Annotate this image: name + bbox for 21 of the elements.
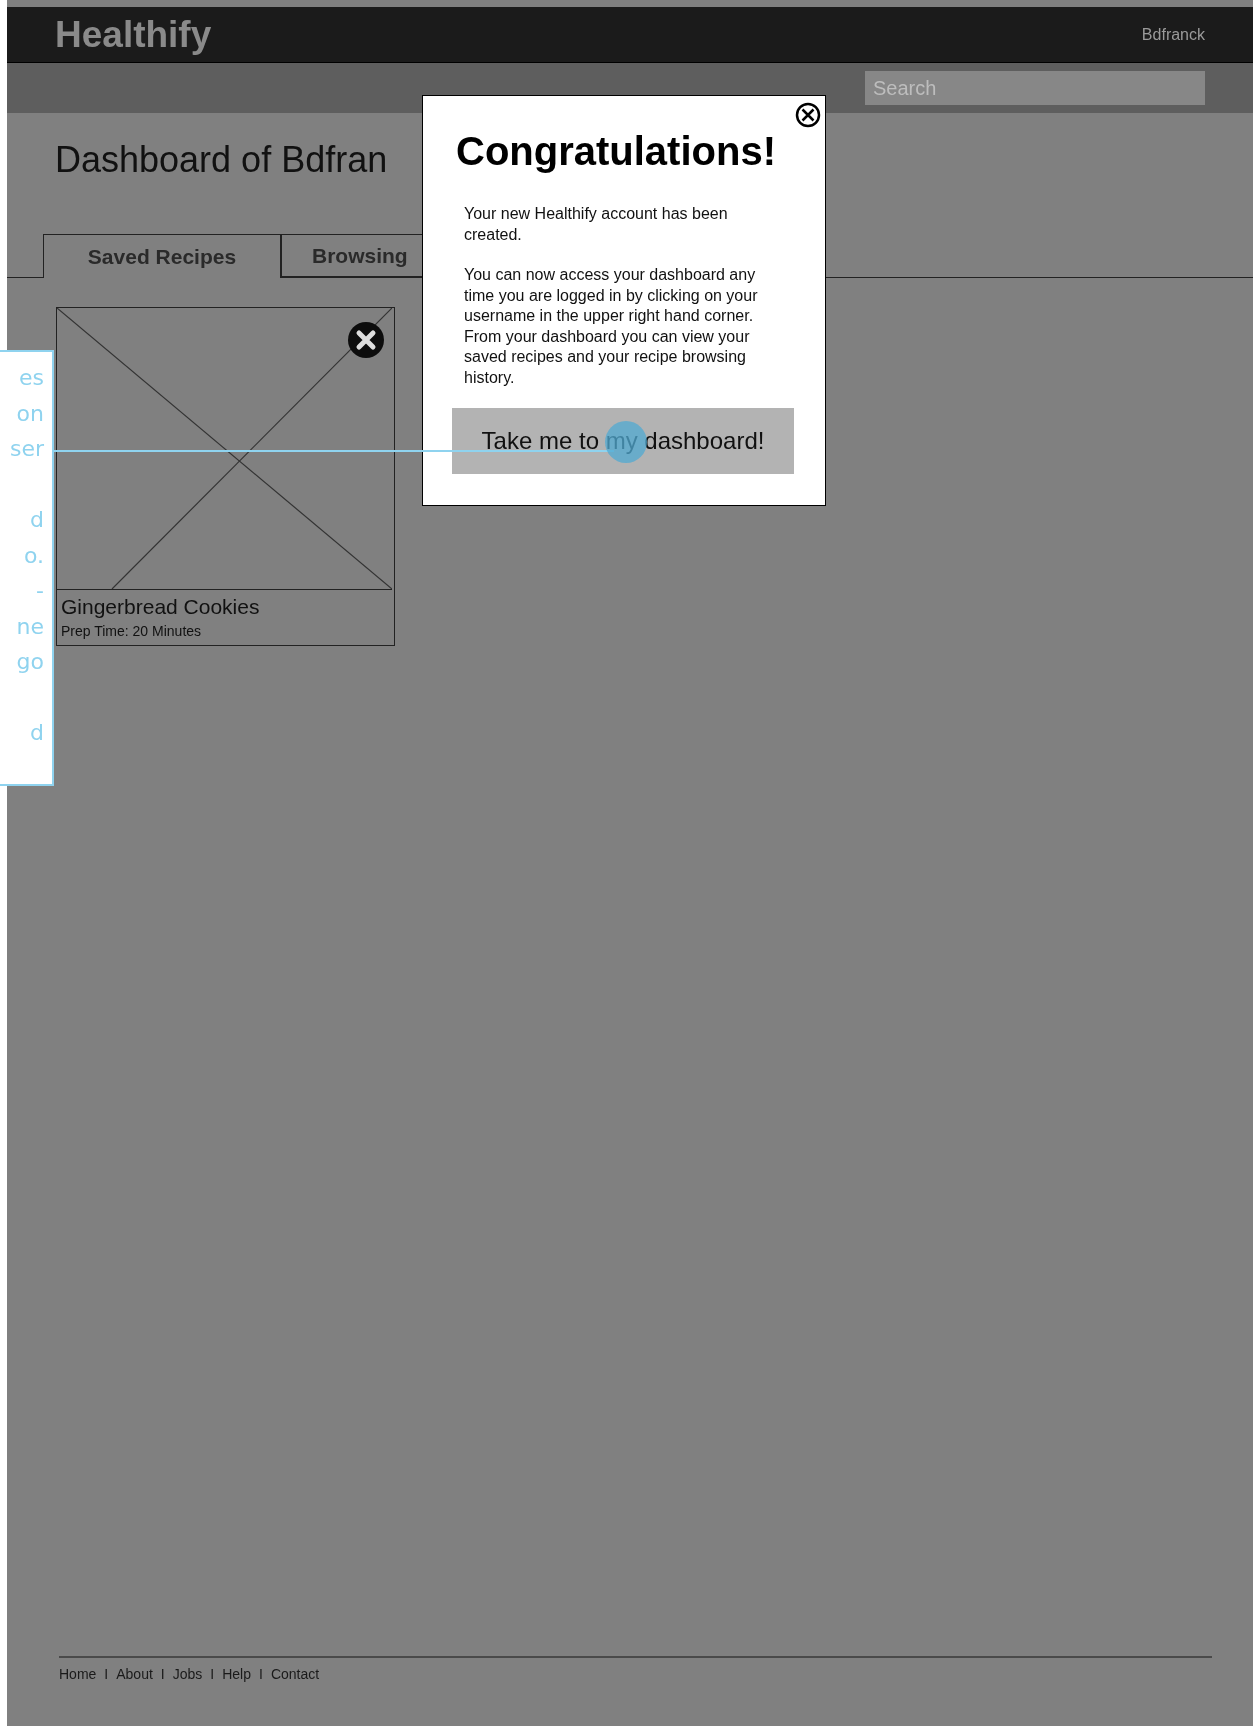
close-icon[interactable]: [795, 102, 821, 128]
footer-link[interactable]: Home: [59, 1666, 97, 1682]
dialog-text: Your new Healthify account has been created.: [464, 204, 729, 245]
separator: I: [210, 1666, 215, 1682]
remove-icon[interactable]: [347, 321, 385, 359]
separator: I: [160, 1666, 165, 1682]
footer-link[interactable]: Jobs: [172, 1666, 203, 1682]
footer-link[interactable]: Contact: [270, 1666, 320, 1682]
annotation-text: es on ser d o. - ne go d: [8, 364, 45, 747]
footer-link[interactable]: About: [116, 1666, 153, 1682]
recipe-name: Gingerbread Cookies: [60, 594, 261, 619]
username-link[interactable]: Bdfranck: [1141, 25, 1205, 44]
logo[interactable]: Healthify: [55, 13, 212, 56]
dialog-text: You can now access your dashboard any time you are logged in by clicking on your username in the upper right hand corner. From your dashboard you can view your saved recipes and your recipe browsing history.: [464, 265, 759, 388]
prep-time: Prep Time: 20 Minutes: [60, 622, 203, 641]
page-title: Dashboard of Bdfran: [55, 139, 388, 181]
separator: I: [259, 1666, 263, 1682]
dialog-title: Congratulations!: [456, 129, 777, 174]
separator: I: [104, 1666, 109, 1682]
footer-link[interactable]: Help: [222, 1666, 251, 1682]
tab[interactable]: Saved Recipes: [43, 234, 281, 278]
